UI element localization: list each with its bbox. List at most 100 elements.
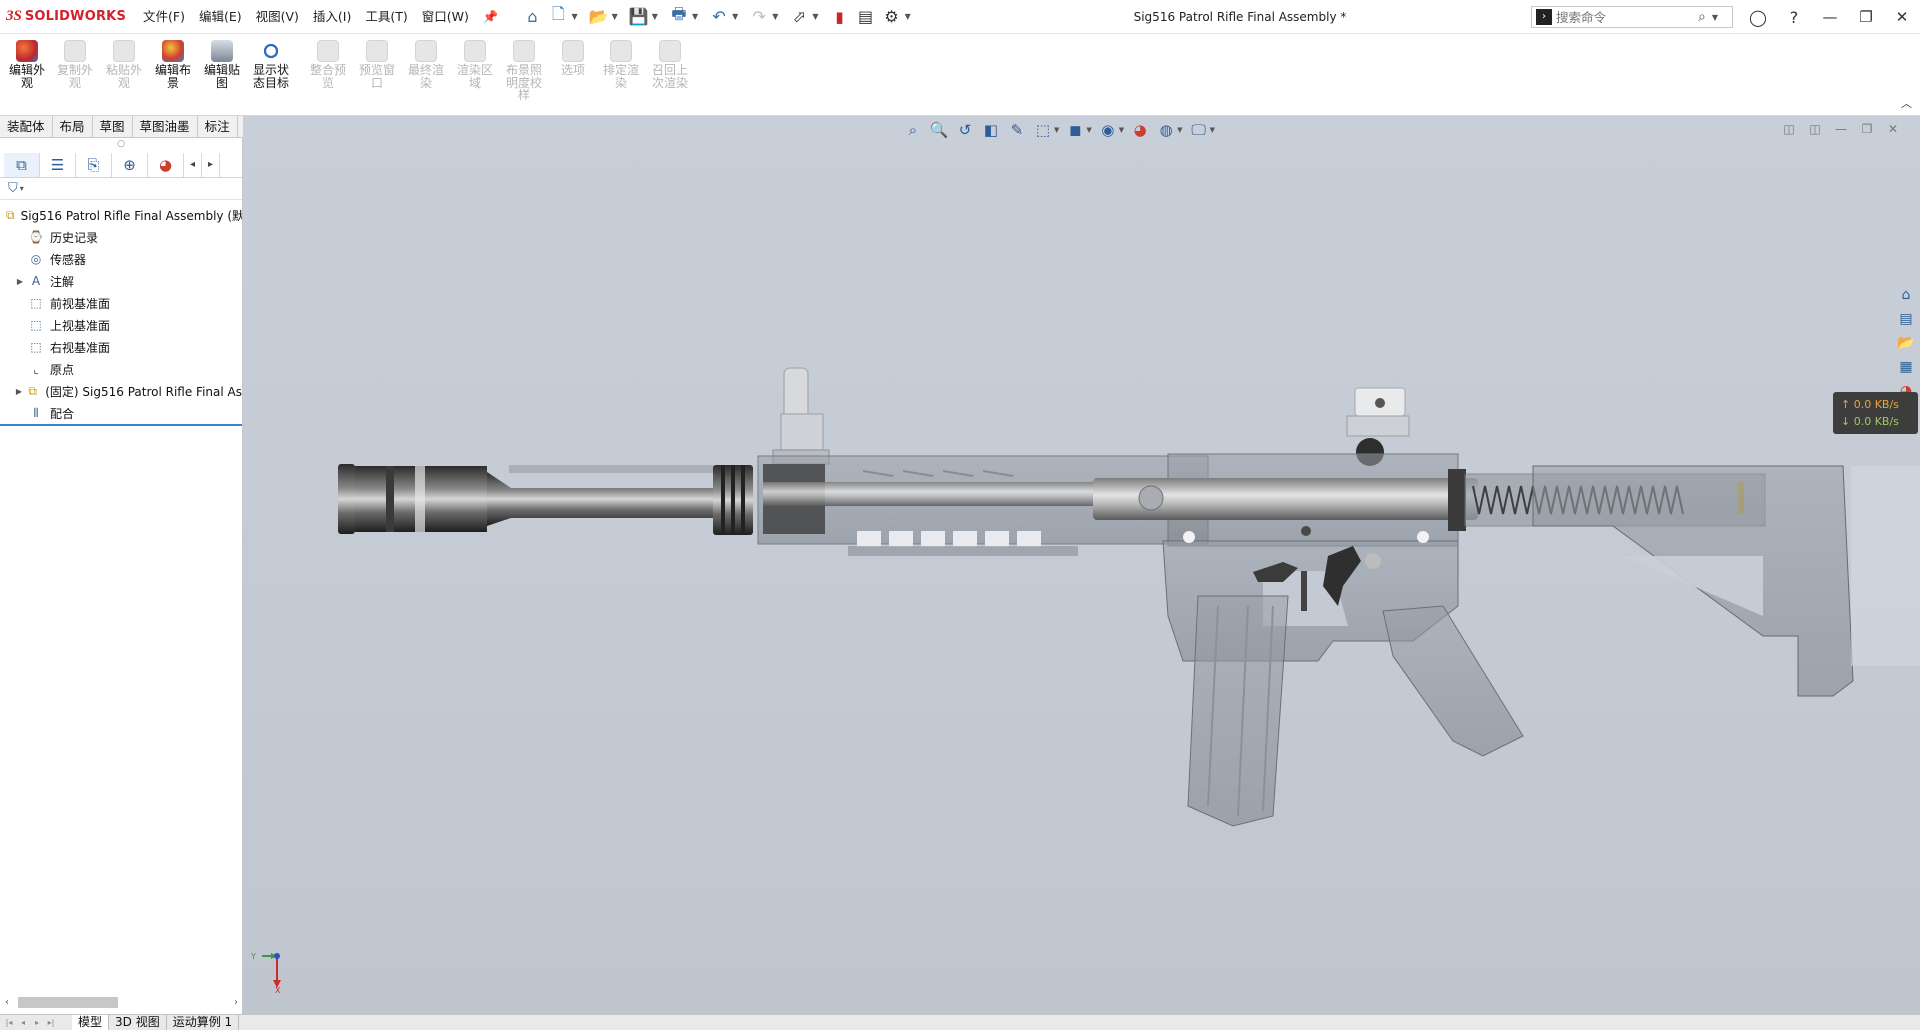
design-library-icon[interactable]: ▤ (1894, 308, 1918, 330)
tree-item[interactable]: ⌚ 历史记录 (0, 226, 242, 248)
search-dropdown-icon[interactable]: ▼ (1712, 13, 1718, 22)
bottom-tab-1[interactable]: 3D 视图 (109, 1014, 167, 1030)
ribbon-button-7[interactable]: 预览窗口 (354, 40, 400, 89)
tab-scroll-right-icon[interactable]: ▸ (202, 152, 220, 177)
view-palette-icon[interactable]: ▦ (1894, 356, 1918, 378)
file-explorer-icon[interactable]: 📂 (1894, 332, 1918, 354)
options-gear-icon[interactable]: ⚙ (881, 6, 903, 28)
search-input[interactable] (1556, 9, 1696, 25)
rifle-assembly-model[interactable] (243, 116, 1920, 1014)
menu-insert[interactable]: 插入(I) (306, 0, 358, 34)
bottom-tab-0[interactable]: 模型 (72, 1014, 110, 1030)
ribbon-button-0[interactable]: 编辑外观 (4, 40, 50, 89)
ribbon-button-8[interactable]: 最终渲染 (403, 40, 449, 89)
filter-icon[interactable]: ⛉ (8, 181, 18, 196)
ribbon-button-1[interactable]: 复制外观 (52, 40, 98, 89)
tree-filter[interactable]: ⛉ ▾ (0, 178, 242, 200)
ribbon-button-6[interactable]: 整合预览 (305, 40, 351, 89)
redo-dropdown-icon[interactable]: ▼ (772, 12, 778, 21)
stock[interactable] (1532, 465, 1920, 697)
undo-dropdown-icon[interactable]: ▼ (732, 12, 738, 21)
select-cursor-icon[interactable]: ⬀ (788, 6, 810, 28)
ribbon-button-12[interactable]: 排定渲染 (598, 40, 644, 89)
ribbon-button-13[interactable]: 召回上 次渲染 (647, 40, 693, 89)
menu-edit[interactable]: 编辑(E) (192, 0, 249, 34)
cm-tab-1[interactable]: 布局 (53, 116, 93, 138)
new-document-icon[interactable]: 🗋 (547, 4, 569, 28)
magazine[interactable] (1187, 595, 1289, 827)
first-tab-icon[interactable]: |◂ (2, 1018, 16, 1027)
filter-dropdown-icon[interactable]: ▾ (20, 184, 24, 193)
panel-grip-icon[interactable]: ○ (0, 138, 242, 152)
print-icon[interactable]: 🖶 (668, 4, 690, 28)
undo-icon[interactable]: ↶ (708, 6, 730, 28)
tab-scroll-left-icon[interactable]: ◂ (184, 152, 202, 177)
save-dropdown-icon[interactable]: ▼ (652, 12, 658, 21)
ribbon-button-3[interactable]: 编辑布景 (150, 40, 196, 89)
menu-tools[interactable]: 工具(T) (358, 0, 414, 34)
cm-tab-0[interactable]: 装配体 (0, 116, 53, 138)
solidworks-resources-icon[interactable]: ⌂ (1894, 284, 1918, 306)
collapse-ribbon-icon[interactable]: ︿ (1901, 95, 1912, 111)
expand-arrow-icon[interactable]: ▶ (14, 277, 26, 286)
tree-item[interactable]: ⧉ Sig516 Patrol Rifle Final Assembly (默 (0, 204, 242, 226)
search-icon[interactable]: ⌕ (1698, 9, 1706, 25)
graphics-area[interactable]: ⌕ 🔍 ↺ ◧ ✎ ⬚ ▼ ◼ ▼ ◉ ▼ ◕ ◍ ▼ 🖵 ▼ ◫ ◫ — ❐ ✕ (243, 116, 1920, 1014)
user-account-icon[interactable]: ◯ (1740, 0, 1776, 34)
cm-tab-2[interactable]: 草图 (93, 116, 133, 138)
ribbon-button-5[interactable]: 显示状 态目标 (248, 40, 294, 89)
scroll-left-icon[interactable]: ‹ (0, 997, 14, 1008)
configuration-manager-tab-icon[interactable]: ⎘ (76, 152, 112, 177)
tree-item[interactable]: ⌞ 原点 (0, 358, 242, 380)
rebuild-traffic-light-icon[interactable]: ▮ (829, 6, 851, 28)
help-icon[interactable]: ? (1776, 0, 1812, 34)
redo-icon[interactable]: ↷ (748, 6, 770, 28)
suppressor[interactable] (338, 464, 753, 535)
next-tab-icon[interactable]: ▸ (30, 1018, 44, 1027)
prev-tab-icon[interactable]: ◂ (16, 1018, 30, 1027)
home-icon[interactable]: ⌂ (521, 6, 543, 28)
options-dropdown-icon[interactable]: ▼ (905, 12, 911, 21)
scroll-thumb[interactable] (18, 996, 118, 1008)
ribbon-button-11[interactable]: 选项 (550, 40, 596, 77)
bottom-tab-2[interactable]: 运动算例 1 (167, 1014, 240, 1030)
menu-view[interactable]: 视图(V) (249, 0, 306, 34)
print-dropdown-icon[interactable]: ▼ (692, 12, 698, 21)
ribbon-button-2[interactable]: 粘贴外观 (101, 40, 147, 89)
menu-window[interactable]: 窗口(W) (415, 0, 476, 34)
ribbon-button-4[interactable]: 编辑贴图 (199, 40, 245, 89)
dimxpert-tab-icon[interactable]: ⊕ (112, 152, 148, 177)
restore-button[interactable]: ❐ (1848, 0, 1884, 34)
expand-arrow-icon[interactable]: ▶ (14, 387, 24, 396)
tree-horizontal-scrollbar[interactable]: ‹ › (0, 994, 243, 1010)
cm-tab-3[interactable]: 草图油墨 (133, 116, 198, 138)
minimize-button[interactable]: — (1812, 0, 1848, 34)
tree-item[interactable]: ⬚ 前视基准面 (0, 292, 242, 314)
tree-item[interactable]: ▶ ⧉ (固定) Sig516 Patrol Rifle Final As (0, 380, 242, 402)
display-manager-tab-icon[interactable]: ◕ (148, 152, 184, 177)
cm-tab-4[interactable]: 标注 (198, 116, 238, 138)
save-icon[interactable]: 💾 (628, 6, 650, 28)
tree-item[interactable]: ⫴ 配合 (0, 402, 242, 424)
scroll-track[interactable] (14, 996, 229, 1009)
open-folder-icon[interactable]: 📂 (588, 6, 610, 28)
scroll-right-icon[interactable]: › (229, 997, 243, 1008)
select-dropdown-icon[interactable]: ▼ (812, 12, 818, 21)
close-button[interactable]: ✕ (1884, 0, 1920, 34)
property-manager-tab-icon[interactable]: ☰ (40, 152, 76, 177)
ribbon-button-9[interactable]: 渲染区域 (452, 40, 498, 89)
file-properties-icon[interactable]: ▤ (855, 6, 877, 28)
solidworks-logo[interactable]: 3S SOLIDWORKS (0, 8, 136, 25)
pistol-grip[interactable] (1382, 605, 1524, 757)
tree-item[interactable]: ⬚ 上视基准面 (0, 314, 242, 336)
tree-item[interactable]: ◎ 传感器 (0, 248, 242, 270)
front-sight[interactable] (772, 367, 830, 465)
feature-manager-tab-icon[interactable]: ⧉ (4, 152, 40, 177)
open-dropdown-icon[interactable]: ▼ (612, 12, 618, 21)
tree-item[interactable]: ⬚ 右视基准面 (0, 336, 242, 358)
search-commands-box[interactable]: › ⌕ ▼ (1531, 6, 1733, 28)
last-tab-icon[interactable]: ▸| (44, 1018, 58, 1027)
menu-file[interactable]: 文件(F) (136, 0, 192, 34)
tree-item[interactable]: ▶ A 注解 (0, 270, 242, 292)
ribbon-button-10[interactable]: 布景照 明度校样 (501, 40, 547, 102)
